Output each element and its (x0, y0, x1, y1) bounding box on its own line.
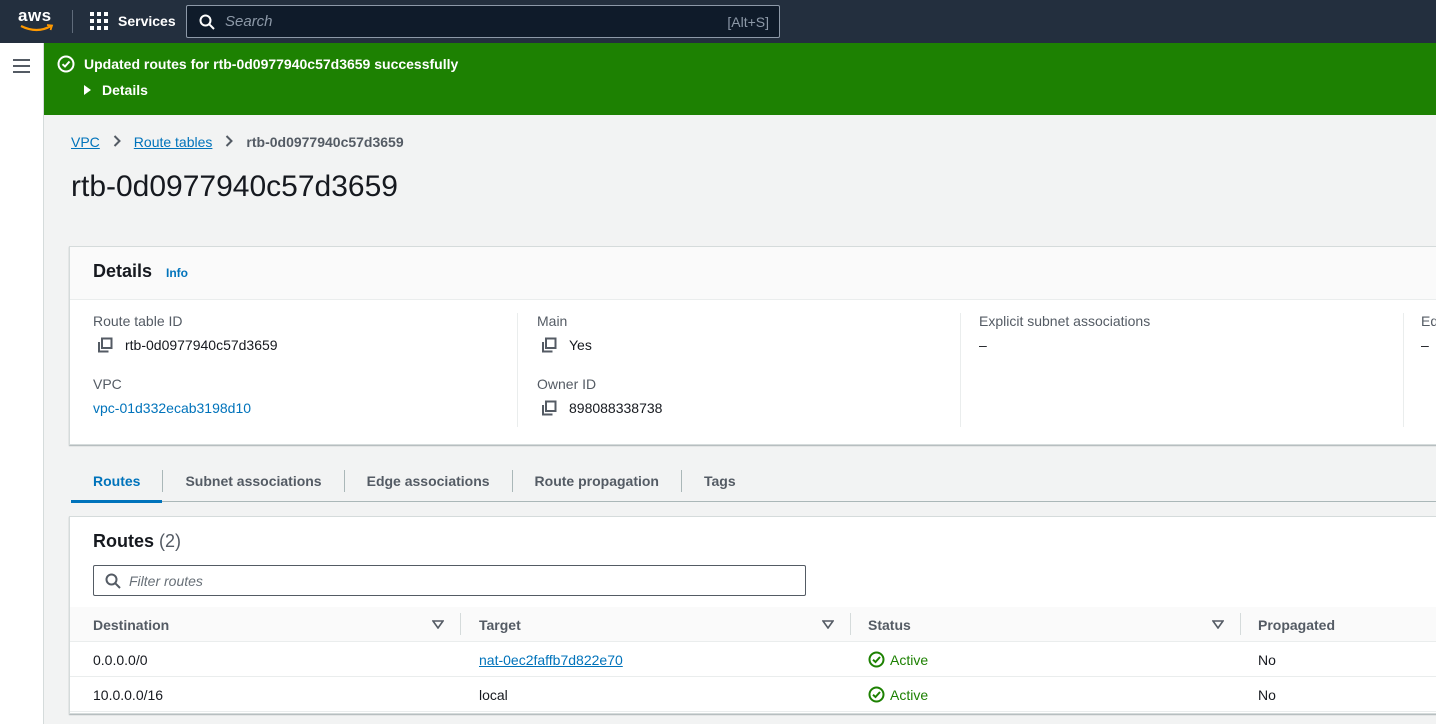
column-divider (517, 313, 518, 427)
search-icon (199, 14, 215, 30)
tab-route-propagation[interactable]: Route propagation (513, 460, 681, 502)
success-check-icon (868, 651, 885, 668)
cell-target: local (479, 686, 508, 703)
details-title: Details (93, 261, 153, 281)
tab-subnet-associations[interactable]: Subnet associations (163, 460, 343, 502)
table-row: 0.0.0.0/0 nat-0ec2faffb7d822e70 Active N… (70, 642, 1436, 677)
breadcrumb-vpc-link[interactable]: VPC (71, 134, 100, 150)
edge-associations-label: Ed (1421, 313, 1436, 329)
tab-bar: Routes Subnet associations Edge associat… (71, 460, 1436, 503)
edge-associations-value: – (1421, 337, 1429, 353)
details-column-2: Main Yes Owner ID 898088338738 (537, 313, 662, 416)
copy-icon[interactable] (541, 337, 557, 353)
owner-id-label: Owner ID (537, 376, 597, 392)
details-header: Details Info (70, 247, 1436, 300)
aws-logo[interactable]: aws (18, 7, 58, 35)
page-title: rtb-0d0977940c57d3659 (71, 170, 398, 203)
cell-target: nat-0ec2faffb7d822e70 (479, 642, 623, 677)
copy-icon[interactable] (97, 337, 113, 353)
explicit-subnet-associations-label: Explicit subnet associations (979, 313, 1151, 329)
route-table-id-label: Route table ID (93, 313, 183, 329)
services-menu-button[interactable]: Services (90, 11, 176, 31)
column-separator (1240, 613, 1241, 635)
cell-propagated: No (1258, 686, 1276, 703)
status-indicator: Active (868, 651, 928, 668)
route-table-id-text: rtb-0d0977940c57d3659 (125, 337, 278, 353)
flash-message: Updated routes for rtb-0d0977940c57d3659… (57, 55, 458, 73)
tab-routes[interactable]: Routes (71, 460, 163, 503)
filter-routes[interactable] (93, 565, 806, 596)
filter-routes-input[interactable] (129, 572, 805, 589)
column-divider (1403, 313, 1404, 427)
top-navigation: aws Services [Alt+S] (0, 0, 1436, 43)
status-indicator: Active (868, 686, 928, 703)
hamburger-menu-icon[interactable] (13, 59, 30, 73)
flash-details-toggle[interactable]: Details (84, 82, 148, 98)
info-link[interactable]: Info (166, 266, 188, 280)
nav-divider (72, 10, 73, 33)
routes-count: (2) (159, 531, 182, 551)
table-row: 10.0.0.0/16 local Active No (70, 677, 1436, 712)
owner-id-value: 898088338738 (537, 400, 662, 416)
target-link[interactable]: nat-0ec2faffb7d822e70 (479, 652, 623, 668)
chevron-right-icon (113, 134, 121, 150)
routes-table-header: Destination Target Status Propagated (70, 607, 1436, 642)
copy-icon[interactable] (541, 400, 557, 416)
success-check-icon (57, 55, 75, 73)
vpc-label: VPC (93, 376, 122, 392)
chevron-right-icon (225, 134, 234, 150)
caret-right-icon (84, 85, 91, 95)
cell-propagated: No (1258, 651, 1276, 668)
column-header-propagated[interactable]: Propagated (1258, 607, 1335, 642)
cell-status: Active (868, 677, 928, 712)
grid-icon (90, 12, 108, 30)
breadcrumb: VPC Route tables rtb-0d0977940c57d3659 (71, 134, 404, 150)
column-separator (850, 613, 851, 635)
aws-logo-text: aws (18, 6, 52, 25)
sort-caret-icon[interactable] (1212, 620, 1224, 629)
status-text: Active (890, 686, 929, 703)
column-divider (960, 313, 961, 427)
search-icon (105, 573, 121, 589)
details-panel: Details Info Route table ID rtb-0d097794… (69, 246, 1436, 445)
success-check-icon (868, 686, 885, 703)
main-text: Yes (569, 337, 592, 353)
route-table-id-value: rtb-0d0977940c57d3659 (93, 337, 278, 353)
global-search[interactable]: [Alt+S] (186, 5, 780, 38)
aws-smile-icon (20, 24, 54, 32)
main-value: Yes (537, 337, 662, 353)
column-separator (460, 613, 461, 635)
tab-edge-associations[interactable]: Edge associations (345, 460, 512, 502)
explicit-subnet-associations-value: – (979, 337, 987, 353)
main-label: Main (537, 313, 568, 329)
routes-title-text: Routes (93, 531, 155, 551)
details-column-1: Route table ID rtb-0d0977940c57d3659 VPC… (93, 313, 278, 416)
flash-message-text: Updated routes for rtb-0d0977940c57d3659… (84, 56, 459, 72)
owner-id-text: 898088338738 (569, 400, 663, 416)
details-column-3: Explicit subnet associations – (979, 313, 1150, 353)
vpc-link[interactable]: vpc-01d332ecab3198d10 (93, 400, 278, 416)
status-text: Active (890, 651, 929, 668)
flash-details-label: Details (102, 82, 148, 98)
services-label: Services (118, 13, 176, 29)
routes-panel: Routes (2) Destination Target Status Pro… (69, 516, 1436, 714)
success-flash-banner: Updated routes for rtb-0d0977940c57d3659… (44, 43, 1436, 115)
breadcrumb-current: rtb-0d0977940c57d3659 (246, 134, 404, 150)
search-input[interactable] (225, 13, 728, 30)
left-rail (0, 43, 44, 724)
column-header-target[interactable]: Target (479, 607, 521, 642)
sort-caret-icon[interactable] (822, 620, 834, 629)
breadcrumb-route-tables-link[interactable]: Route tables (134, 134, 213, 150)
cell-destination: 0.0.0.0/0 (93, 651, 148, 668)
routes-title: Routes (2) (93, 531, 181, 552)
cell-destination: 10.0.0.0/16 (93, 686, 164, 703)
cell-status: Active (868, 642, 928, 677)
column-header-status[interactable]: Status (868, 607, 911, 642)
search-shortcut-hint: [Alt+S] (727, 13, 769, 30)
tab-tags[interactable]: Tags (682, 460, 758, 502)
sort-caret-icon[interactable] (432, 620, 444, 629)
details-column-4: Ed – (1421, 313, 1436, 353)
column-header-destination[interactable]: Destination (93, 607, 169, 642)
